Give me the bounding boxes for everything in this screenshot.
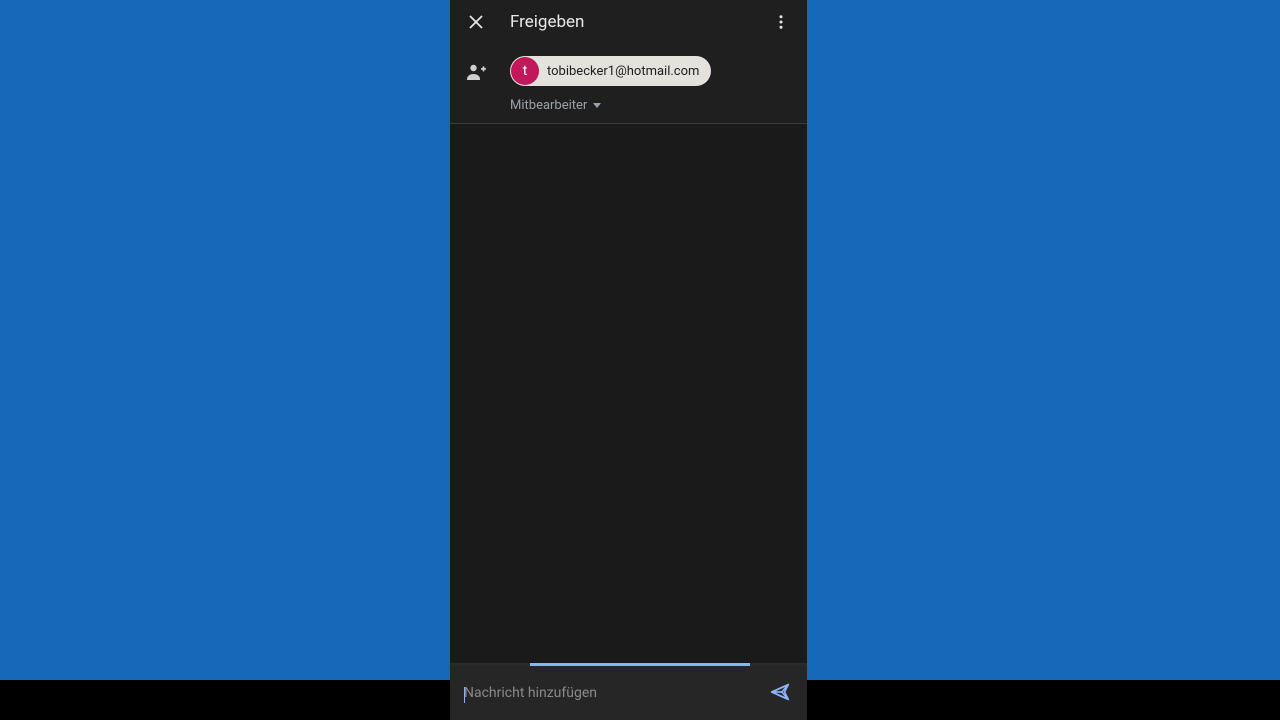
message-bar: Nachricht hinzufügen [450,666,807,720]
add-person-icon [464,60,488,84]
progress-fill [530,663,750,666]
progress-bar [450,663,807,666]
content-area [450,124,807,663]
recipient-chip[interactable]: t tobibecker1@hotmail.com [510,56,711,86]
role-dropdown[interactable]: Mitbearbeiter [510,98,711,113]
more-vertical-icon [772,13,790,31]
message-input[interactable]: Nachricht hinzufügen [464,685,769,701]
role-label: Mitbearbeiter [510,98,587,113]
desktop-background: Freigeben t [0,0,1280,720]
recipient-email: tobibecker1@hotmail.com [547,64,699,79]
close-button[interactable] [464,10,488,34]
dialog-header: Freigeben [450,0,807,44]
more-options-button[interactable] [769,10,793,34]
dialog-title: Freigeben [510,12,769,32]
chevron-down-icon [593,103,601,108]
avatar: t [511,57,539,85]
close-icon [467,13,485,31]
share-dialog: Freigeben t [450,0,807,720]
recipient-chip-area: t tobibecker1@hotmail.com Mitbearbeiter [510,56,711,123]
send-icon [769,681,791,703]
recipient-row: t tobibecker1@hotmail.com Mitbearbeiter [450,44,807,123]
send-button[interactable] [769,681,793,705]
message-placeholder: Nachricht hinzufügen [464,685,597,701]
